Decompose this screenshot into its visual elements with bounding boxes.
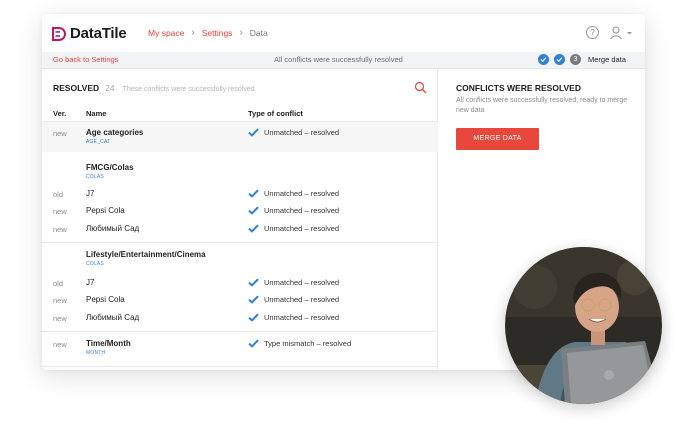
row-divider — [42, 242, 438, 243]
status-bar: Go back to Settings All conflicts were s… — [42, 52, 645, 69]
table-header: Ver. Name Type of conflict — [42, 107, 438, 122]
row-divider — [42, 366, 438, 367]
conflict-type: Unmatched – resolved — [248, 189, 339, 198]
item-code: COLAS — [86, 174, 104, 180]
logo[interactable]: DataTile — [52, 25, 127, 42]
search-icon[interactable] — [414, 81, 427, 94]
item-code: MONTH — [86, 350, 106, 356]
header-type: Type of conflict — [248, 109, 303, 118]
conflict-type-label: Unmatched – resolved — [264, 206, 340, 215]
table-row[interactable]: old J7 Unmatched – resolved — [42, 274, 438, 292]
table-group-row[interactable]: FMCG/Colas COLAS — [42, 157, 438, 184]
table-group-row[interactable]: new Age categories AGE_CAT Unmatched – reso… — [42, 122, 438, 152]
item-name: Pepsi Cola — [86, 295, 125, 304]
header-ver: Ver. — [53, 109, 67, 118]
breadcrumb-settings[interactable]: Settings — [202, 28, 233, 38]
person-photo — [505, 247, 662, 404]
chevron-down-icon — [627, 32, 632, 35]
step-number: 3 — [570, 54, 581, 65]
check-circle-icon — [554, 54, 565, 65]
conflict-type: Unmatched – resolved — [248, 278, 339, 287]
merge-data-button[interactable]: MERGE DATA — [456, 128, 539, 150]
conflict-type-label: Unmatched – resolved — [264, 128, 340, 137]
app-name: DataTile — [70, 25, 127, 42]
checkmark-icon — [248, 128, 259, 137]
table-group-row[interactable]: new Time/Month MONTH Type mismatch – resolv… — [42, 333, 438, 364]
conflict-type: Unmatched – resolved — [248, 295, 339, 304]
conflict-type: Unmatched – resolved — [248, 313, 339, 322]
version-label: new — [53, 340, 67, 349]
table-group-row[interactable]: Lifestyle/Entertainment/Cinema COLAS — [42, 244, 438, 271]
row-divider — [42, 331, 438, 332]
resolved-title: RESOLVED — [53, 83, 100, 93]
back-to-settings-link[interactable]: Go back to Settings — [53, 55, 118, 64]
conflict-type-label: Unmatched – resolved — [264, 295, 340, 304]
table-row[interactable]: new Любимый Сад Unmatched – resolved — [42, 220, 438, 238]
table-row[interactable]: new Pepsi Cola Unmatched – resolved — [42, 291, 438, 309]
conflict-type-label: Unmatched – resolved — [264, 189, 340, 198]
item-code: AGE_CAT — [86, 139, 111, 145]
version-label: old — [53, 190, 64, 199]
item-name: J7 — [86, 189, 95, 198]
item-name: Time/Month — [86, 339, 131, 348]
conflict-type-label: Type mismatch – resolved — [264, 339, 352, 348]
version-label: new — [53, 314, 67, 323]
help-icon[interactable]: ? — [586, 26, 599, 39]
conflicts-title: CONFLICTS WERE RESOLVED — [456, 83, 581, 93]
checkmark-icon — [248, 224, 259, 233]
conflict-type-label: Unmatched – resolved — [264, 278, 340, 287]
item-name: Любимый Сад — [86, 224, 140, 233]
checkmark-icon — [248, 339, 259, 348]
step-indicator: 3 Merge data — [538, 54, 626, 65]
top-bar: DataTile My space › Settings › Data ? — [42, 14, 645, 52]
item-name: FMCG/Colas — [86, 163, 134, 172]
status-text: All conflicts were successfully resolved — [274, 55, 403, 64]
breadcrumb-my-space[interactable]: My space — [148, 28, 184, 38]
item-code: COLAS — [86, 261, 104, 267]
checkmark-icon — [248, 189, 259, 198]
version-label: new — [53, 296, 67, 305]
version-label: old — [53, 279, 64, 288]
user-icon — [610, 26, 622, 40]
checkmark-icon — [248, 313, 259, 322]
resolved-count: 24 — [105, 83, 115, 93]
conflict-type: Unmatched – resolved — [248, 128, 339, 137]
check-circle-icon — [538, 54, 549, 65]
datatile-logo-icon — [52, 26, 66, 41]
item-name: J7 — [86, 278, 95, 287]
checkmark-icon — [248, 278, 259, 287]
resolved-header: RESOLVED 24 These conflicts were success… — [53, 83, 255, 93]
conflict-type-label: Unmatched – resolved — [264, 313, 340, 322]
conflicts-description: All conflicts were successfully resolved… — [456, 97, 628, 114]
breadcrumb-data: Data — [249, 27, 268, 38]
item-name: Pepsi Cola — [86, 206, 125, 215]
conflict-type: Unmatched – resolved — [248, 224, 339, 233]
resolved-description: These conflicts were successfully resolv… — [122, 86, 255, 93]
item-name: Любимый Сад — [86, 313, 140, 322]
checkmark-icon — [248, 295, 259, 304]
chevron-right-icon: › — [239, 27, 243, 38]
chevron-right-icon: › — [191, 27, 195, 38]
conflict-type: Type mismatch – resolved — [248, 339, 351, 348]
table-row[interactable]: new Любимый Сад Unmatched – resolved — [42, 309, 438, 327]
version-label: new — [53, 207, 67, 216]
table-row[interactable]: old J7 Unmatched – resolved — [42, 185, 438, 203]
conflict-type: Unmatched – resolved — [248, 206, 339, 215]
breadcrumb: My space › Settings › Data — [148, 27, 268, 38]
conflict-type-label: Unmatched – resolved — [264, 224, 340, 233]
item-name: Lifestyle/Entertainment/Cinema — [86, 250, 206, 259]
version-label: new — [53, 225, 67, 234]
user-menu[interactable] — [609, 25, 635, 41]
item-name: Age categories — [86, 128, 144, 137]
checkmark-icon — [248, 206, 259, 215]
step-label: Merge data — [588, 55, 626, 64]
header-name: Name — [86, 109, 107, 118]
version-label: new — [53, 129, 67, 138]
table-row[interactable]: new Pepsi Cola Unmatched – resolved — [42, 202, 438, 220]
resolved-panel: RESOLVED 24 These conflicts were success… — [42, 69, 438, 370]
